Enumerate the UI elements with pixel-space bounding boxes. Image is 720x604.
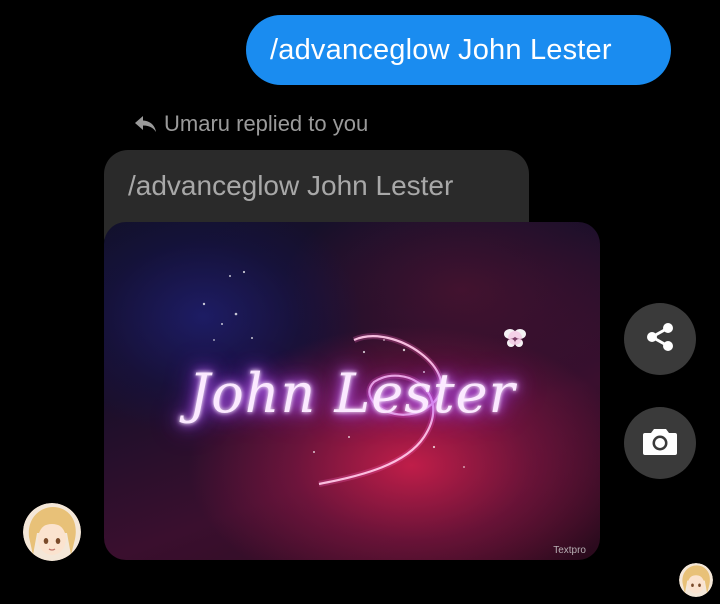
sent-message-bubble[interactable]: /advanceglow John Lester xyxy=(246,15,671,85)
glow-text-image[interactable]: John Lester Textpro xyxy=(104,222,600,560)
reply-indicator: Umaru replied to you xyxy=(132,108,368,140)
sender-avatar[interactable] xyxy=(23,503,81,561)
sent-message-text: /advanceglow John Lester xyxy=(270,34,612,66)
glow-name-text: John Lester xyxy=(188,362,516,425)
reply-arrow-icon xyxy=(132,113,160,135)
seen-avatar xyxy=(679,563,713,597)
quoted-message-text: /advanceglow John Lester xyxy=(128,170,454,201)
camera-icon xyxy=(642,425,678,462)
camera-button[interactable] xyxy=(624,407,696,479)
textpro-watermark: Textpro xyxy=(553,545,586,556)
reply-indicator-text: Umaru replied to you xyxy=(164,111,369,136)
share-icon xyxy=(643,320,677,359)
share-button[interactable] xyxy=(624,303,696,375)
